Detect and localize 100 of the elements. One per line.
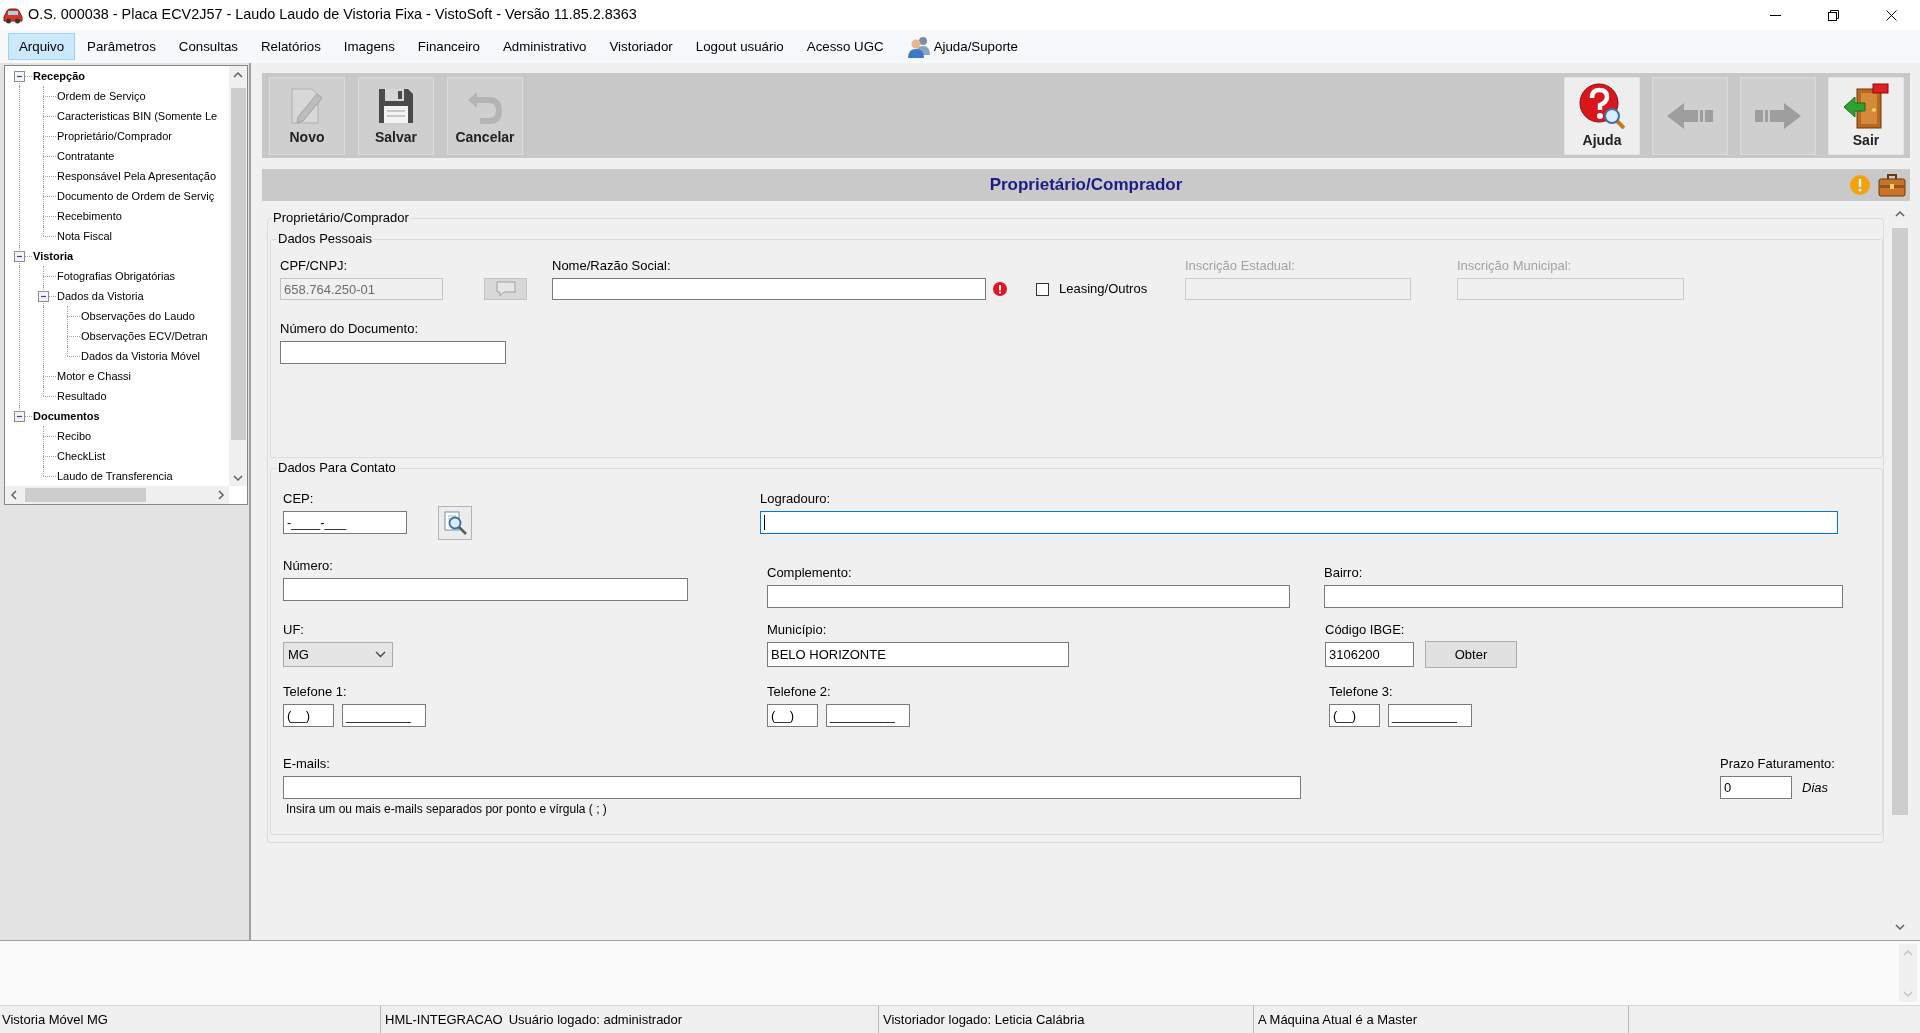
tree-item[interactable]: CheckList	[56, 449, 107, 463]
menu-item[interactable]: Relatórios	[249, 33, 332, 60]
state-select[interactable]: MG	[283, 642, 393, 667]
menu-item[interactable]: Logout usuário	[684, 33, 795, 60]
field-label: CPF/CNPJ:	[280, 259, 349, 273]
field-label: Inscrição Estadual:	[1185, 259, 1296, 273]
district-field[interactable]	[1324, 585, 1843, 608]
menu-item[interactable]: Consultas	[167, 33, 249, 60]
obtain-button[interactable]: Obter	[1425, 641, 1517, 668]
tree-item[interactable]: Recebimento	[56, 209, 123, 223]
tree-item[interactable]: Contratante	[56, 149, 116, 163]
tree-item[interactable]: Observações do Laudo	[80, 309, 196, 323]
field-label: Telefone 3:	[1329, 685, 1394, 699]
cpf-cnpj-field[interactable]: 658.764.250-01	[280, 278, 443, 300]
tree-item[interactable]: Fotografias Obrigatórias	[56, 269, 176, 283]
tree-item[interactable]: Vistoria	[32, 249, 75, 263]
complement-field[interactable]	[767, 585, 1290, 608]
people-icon	[906, 35, 931, 58]
chevron-left-icon	[9, 490, 18, 500]
tree-item[interactable]: Dados da Vistoria Móvel	[80, 349, 202, 363]
vertical-scrollbar[interactable]	[229, 66, 247, 486]
menu-item[interactable]: Vistoriador	[598, 33, 684, 60]
menu-item[interactable]: Acesso UGC	[795, 33, 895, 60]
scrollbar-thumb[interactable]	[230, 88, 246, 440]
exit-button[interactable]: Sair	[1828, 76, 1904, 155]
tree-item[interactable]: Motor e Chassi	[56, 369, 132, 383]
ibge-code-field[interactable]: 3106200	[1325, 642, 1414, 667]
tree-item[interactable]: Responsável Pela Apresentação	[56, 169, 217, 183]
save-button[interactable]: Salvar	[358, 76, 434, 155]
menu-item[interactable]: Administrativo	[491, 33, 598, 60]
search-button[interactable]	[438, 506, 472, 540]
tree-item[interactable]: Ordem de Serviço	[56, 89, 147, 103]
menu-item[interactable]: Imagens	[332, 33, 406, 60]
phone-field[interactable]: _________	[342, 704, 426, 727]
status-text: Usuário logado: administrador	[508, 1010, 683, 1029]
area-code-field[interactable]: (__)	[1329, 704, 1380, 727]
chevron-up-icon	[233, 70, 243, 79]
checkbox[interactable]	[1036, 282, 1049, 296]
status-text: HML-INTEGRACAO	[385, 1010, 503, 1029]
restore-icon	[1827, 9, 1839, 21]
briefcase-icon[interactable]	[1878, 173, 1906, 197]
area-code-field[interactable]: (__)	[283, 704, 334, 727]
menu-item[interactable]: Arquivo	[8, 33, 76, 60]
tree-item[interactable]: Laudo de Transferencia	[56, 469, 174, 483]
tree-item[interactable]: Documentos	[32, 409, 101, 423]
phone-field[interactable]: _________	[826, 704, 910, 727]
field-label: CEP:	[283, 492, 315, 506]
minus-box-icon[interactable]	[14, 71, 25, 82]
minus-box-icon[interactable]	[14, 411, 25, 422]
phone-field[interactable]: _________	[1388, 704, 1472, 727]
field-label: Número do Documento:	[280, 322, 419, 336]
menu-item[interactable]: Ajuda/Suporte	[895, 33, 1029, 60]
menu-item[interactable]: Financeiro	[406, 33, 491, 60]
field-label: Telefone 1:	[283, 685, 348, 699]
field-label: Número:	[283, 559, 334, 573]
area-code-field[interactable]: (__)	[767, 704, 818, 727]
tree-item[interactable]: Recibo	[56, 429, 93, 443]
text-cursor-icon	[764, 515, 765, 530]
tree-item[interactable]: Caracteristicas BIN (Somente Le	[56, 109, 219, 123]
field-label: Inscrição Municipal:	[1457, 259, 1573, 273]
tree-item[interactable]: Observações ECV/Detran	[80, 329, 209, 343]
scrollbar-thumb[interactable]	[1892, 228, 1908, 815]
unit-label: Dias	[1802, 778, 1828, 797]
horizontal-scrollbar[interactable]	[5, 486, 247, 504]
tree-item[interactable]: Nota Fiscal	[56, 229, 114, 243]
minus-box-icon[interactable]	[14, 251, 25, 262]
chevron-down-icon	[1903, 989, 1913, 998]
scrollbar-thumb[interactable]	[25, 488, 146, 502]
tree-item[interactable]: Proprietário/Comprador	[56, 129, 173, 143]
menu-item[interactable]: Parâmetros	[76, 33, 167, 60]
field-label: E-mails:	[283, 757, 331, 771]
cep-field[interactable]: -____-___	[283, 511, 407, 534]
field-label: Logradouro:	[760, 492, 832, 506]
city-field[interactable]: BELO HORIZONTE	[767, 642, 1069, 667]
billing-term-field[interactable]: 0	[1720, 776, 1792, 799]
minus-box-icon[interactable]	[38, 291, 49, 302]
minimize-icon	[1769, 14, 1781, 16]
status-text: A Máquina Atual é a Master	[1258, 1010, 1417, 1029]
chevron-right-icon	[216, 490, 225, 500]
search-icon	[443, 511, 467, 535]
tree-item[interactable]: Recepção	[32, 69, 86, 83]
field-label: Nome/Razão Social:	[552, 259, 672, 273]
number-field[interactable]	[283, 578, 688, 601]
field-label: Código IBGE:	[1325, 623, 1406, 637]
field-label: Município:	[767, 623, 828, 637]
name-field[interactable]	[552, 278, 986, 300]
group-title: Proprietário/Comprador	[272, 211, 410, 225]
tree-item[interactable]: Resultado	[56, 389, 108, 403]
chevron-down-icon	[1895, 922, 1905, 931]
car-icon	[3, 6, 23, 24]
street-field[interactable]	[760, 511, 1838, 534]
emails-field[interactable]	[283, 776, 1301, 799]
group-title: Dados Para Contato	[277, 461, 397, 475]
tree-item[interactable]: Dados da Vistoria	[56, 289, 145, 303]
status-text: Vistoria Móvel MG	[2, 1010, 108, 1029]
document-number-field[interactable]	[280, 341, 506, 364]
tree-item[interactable]: Documento de Ordem de Serviç	[56, 189, 216, 203]
page-title: Proprietário/Comprador	[988, 174, 1184, 197]
help-button[interactable]: Ajuda	[1564, 76, 1640, 155]
chevron-down-icon	[233, 473, 243, 482]
